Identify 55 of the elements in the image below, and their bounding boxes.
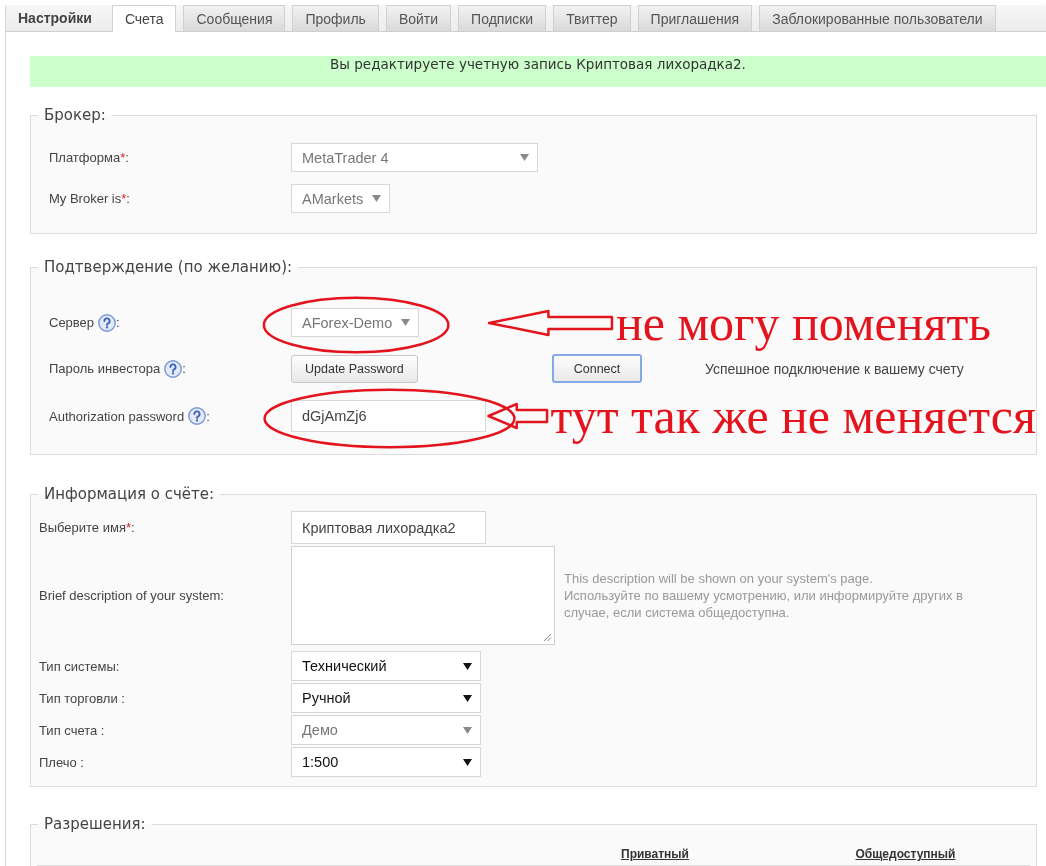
section-legend: Подтверждение (по желанию): <box>38 258 299 276</box>
caret-icon <box>520 154 529 161</box>
annotation-text: не могу поменять <box>616 294 992 351</box>
dropdown[interactable]: Технический <box>291 651 481 681</box>
label-colon: : <box>182 361 186 376</box>
field-label: Платформа*: <box>49 150 129 165</box>
help-icon[interactable] <box>164 359 183 378</box>
tab[interactable]: Заблокированные пользователи <box>759 5 996 31</box>
caret-icon <box>372 195 382 202</box>
tab[interactable]: Профиль <box>292 5 379 31</box>
column-header[interactable]: Приватный <box>621 847 689 861</box>
field-label: Плечо : <box>39 754 84 770</box>
column-header[interactable]: Общедоступный <box>855 847 956 861</box>
caret-icon <box>463 726 472 734</box>
dropdown[interactable]: 1:500 <box>291 747 481 777</box>
resize-grip-icon[interactable] <box>543 633 552 642</box>
hint-text: Используйте по вашему усмотрению, или информируйте других в случае, если система общедоступна. <box>564 587 964 621</box>
tab[interactable]: Подписки <box>458 5 547 31</box>
help-icon[interactable] <box>188 407 207 425</box>
tab[interactable]: Приглашения <box>637 5 753 31</box>
section-legend: Брокер: <box>38 106 112 124</box>
dropdown[interactable]: Ручной <box>291 683 481 713</box>
field-label: Сервер <box>49 315 95 330</box>
field-label: My Broker is*: <box>49 191 130 206</box>
field-label: Выберите имя*: <box>39 520 135 535</box>
annotation-arrow <box>488 402 548 430</box>
field-label: Тип счета : <box>39 722 105 738</box>
settings-title: Настройки <box>18 10 92 26</box>
text-field[interactable]: Криптовая лихорадка2 <box>291 511 486 544</box>
annotation-text: тут так же не меняется <box>550 388 1036 444</box>
caret-icon <box>463 662 472 670</box>
hint-text: This description will be shown on your system's page. <box>564 570 874 587</box>
tab[interactable]: Сообщения <box>183 5 286 31</box>
tab[interactable]: Твиттер <box>553 5 631 31</box>
text-field[interactable]: dGjAmZj6 <box>291 400 486 432</box>
button[interactable]: Update Password <box>291 354 418 383</box>
label-colon: : <box>116 315 120 330</box>
caret-icon <box>401 319 411 326</box>
field-label: Authorization password <box>49 408 185 424</box>
field-label: Пароль инвестора <box>49 361 161 376</box>
section-legend: Информация о счёте: <box>38 485 221 503</box>
status-message: Успешное подключение к вашему счету <box>705 360 964 377</box>
field-label: Тип торговли : <box>39 690 125 706</box>
label-colon: : <box>206 408 210 424</box>
description-field[interactable] <box>291 546 555 645</box>
field-label: Тип системы: <box>39 658 120 674</box>
help-icon[interactable] <box>98 313 117 332</box>
tab[interactable]: Войти <box>385 5 452 31</box>
caret-icon <box>463 694 472 702</box>
caret-icon <box>463 758 472 766</box>
field-label: Brief description of your system: <box>39 588 224 603</box>
button[interactable]: Connect <box>552 354 642 383</box>
tab[interactable]: Счета <box>111 5 177 32</box>
notice-message: Вы редактируете учетную запись Криптовая лихорадка2. <box>330 56 746 72</box>
section-legend: Разрешения: <box>38 815 152 833</box>
